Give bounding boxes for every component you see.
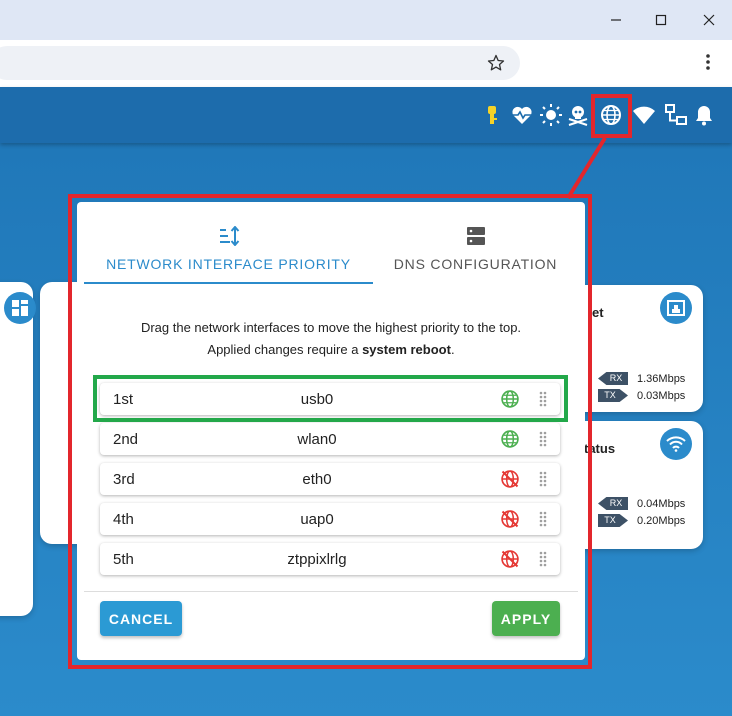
usb-key-icon[interactable] [480,103,504,127]
annotation-connector-line [566,136,607,200]
tx-tag: TX [598,389,628,402]
description-emphasis: system reboot [362,342,451,357]
annotation-highlight-globe [591,94,632,138]
globe-disconnected-icon [500,509,520,529]
wifi-tx-rate: 0.20Mbps [637,515,686,527]
interface-name: uap0 [300,511,334,528]
ethernet-card-title: et [592,305,604,320]
drag-handle-icon[interactable] [537,431,551,447]
left-card [0,282,36,616]
dashboard-icon [4,292,36,324]
description-line-1: Drag the network interfaces to move the … [140,320,522,335]
ethernet-icon [660,292,692,324]
interface-row[interactable]: 2nd wlan0 [100,423,560,455]
globe-connected-icon [500,429,520,449]
globe-disconnected-icon [500,469,520,489]
kebab-menu-icon[interactable] [700,52,716,77]
wifi-icon[interactable] [632,103,656,127]
heart-pulse-icon[interactable] [510,103,534,127]
cancel-button[interactable]: CANCEL [100,601,182,636]
tab-label: DNS CONFIGURATION [393,256,558,272]
tx-tag: TX [598,514,628,527]
interface-name: eth0 [302,471,332,488]
drag-handle-icon[interactable] [537,551,551,567]
network-priority-dialog: NETWORK INTERFACE PRIORITY DNS CONFIGURA… [77,202,585,660]
tab-dns-configuration[interactable]: DNS CONFIGURATION [373,202,578,282]
browser-toolbar [0,40,732,87]
interface-row[interactable]: 3rd eth0 [100,463,560,495]
lan-icon[interactable] [664,103,688,127]
description-suffix: . [450,342,455,357]
active-tab-indicator [84,282,373,284]
interface-name: wlan0 [297,431,337,448]
maximize-icon[interactable] [648,8,674,32]
browser-titlebar [0,0,732,40]
tab-label: NETWORK INTERFACE PRIORITY [106,256,351,272]
close-icon[interactable] [696,8,722,32]
drag-handle-icon[interactable] [537,511,551,527]
interface-name: ztppixlrlg [287,551,347,568]
drag-handle-icon[interactable] [537,471,551,487]
annotation-highlight-first-interface [93,375,568,422]
dns-server-icon [466,226,485,249]
apply-button[interactable]: APPLY [492,601,560,636]
rx-tag: RX [598,372,628,385]
sun-icon[interactable] [539,103,563,127]
rx-tag: RX [598,497,628,510]
footer-divider [84,591,578,592]
address-bar[interactable] [0,46,520,80]
star-icon[interactable] [486,53,506,78]
ethernet-tx-rate: 0.03Mbps [637,390,686,402]
ethernet-rx-rate: 1.36Mbps [637,373,686,385]
wifi-status-icon [660,428,692,460]
skull-crossbones-icon[interactable] [566,103,590,127]
description-line-2: Applied changes require a system reboot. [77,342,585,357]
wifi-rx-rate: 0.04Mbps [637,498,686,510]
globe-disconnected-icon [500,549,520,569]
tab-network-interface-priority[interactable]: NETWORK INTERFACE PRIORITY [84,202,373,282]
sort-priority-icon [218,225,240,249]
minimize-icon[interactable] [603,8,629,32]
interface-row[interactable]: 5th ztppixlrlg [100,543,560,575]
interface-row[interactable]: 4th uap0 [100,503,560,535]
description-text: Applied changes require a [207,342,363,357]
bell-icon[interactable] [692,103,716,127]
